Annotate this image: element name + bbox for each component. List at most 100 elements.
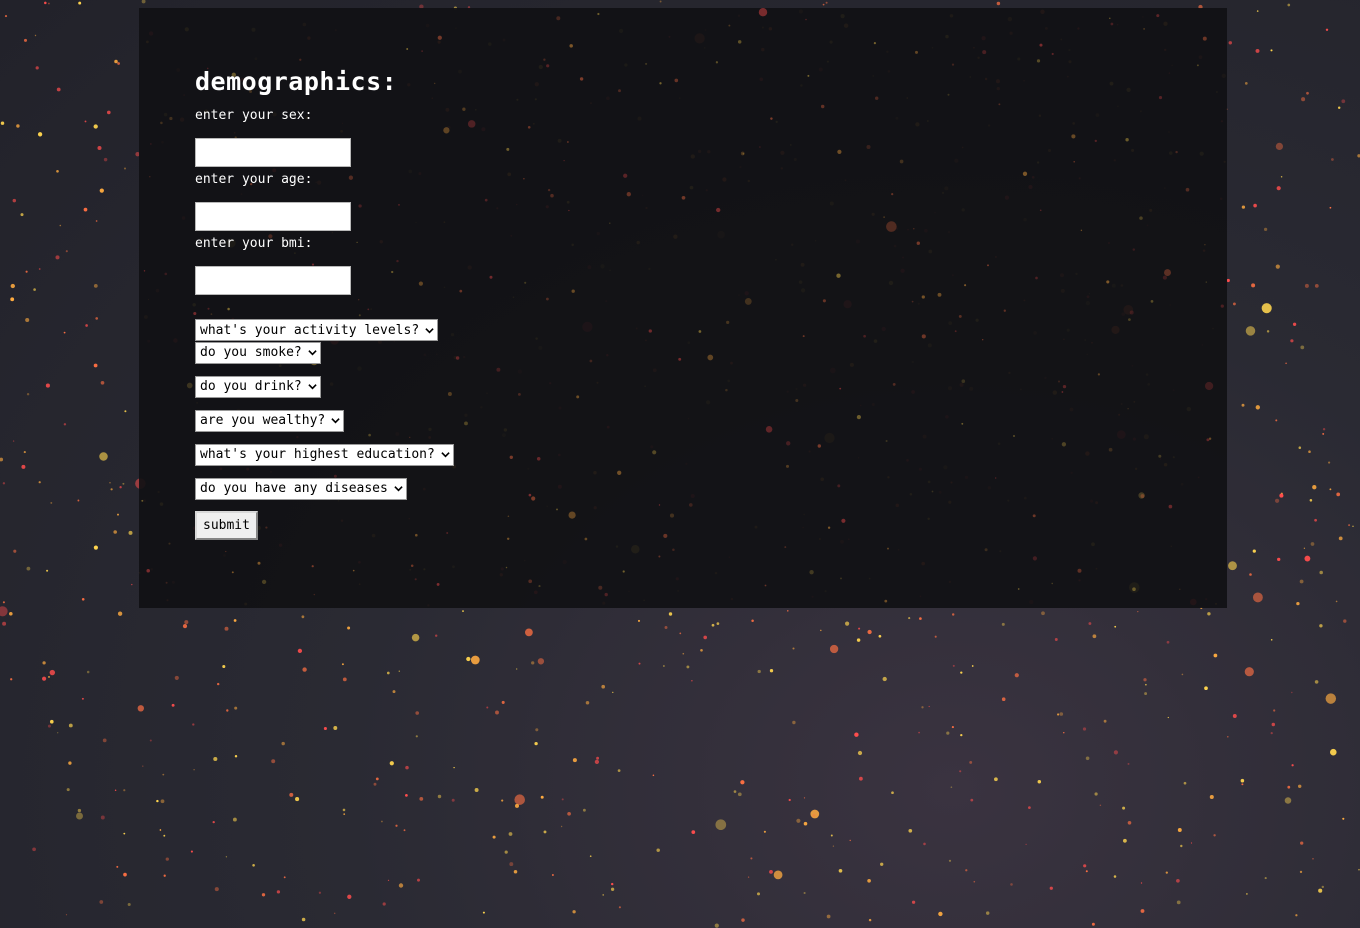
chevron-down-icon: [441, 452, 450, 458]
star-dot: [795, 399, 799, 402]
star-dot: [1014, 673, 1019, 678]
star-dot: [1082, 727, 1087, 731]
star-dot: [1167, 716, 1169, 719]
star-dot: [645, 62, 648, 65]
star-dot: [885, 439, 888, 443]
star-dot: [1264, 877, 1267, 880]
star-dot: [451, 798, 455, 802]
star-dot: [576, 395, 580, 399]
star-dot: [405, 765, 409, 770]
star-dot: [1275, 142, 1284, 151]
star-dot: [302, 667, 307, 672]
star-dot: [37, 132, 43, 137]
star-dot: [496, 367, 501, 372]
star-dot: [1291, 764, 1294, 767]
star-dot: [1329, 206, 1332, 209]
star-dot: [747, 876, 750, 878]
star-dot: [271, 759, 276, 764]
star-dot: [1035, 276, 1038, 280]
sex-input[interactable]: [195, 138, 351, 167]
star-dot: [773, 870, 783, 880]
star-dot: [49, 669, 56, 676]
star-dot: [1310, 542, 1315, 546]
star-dot: [792, 647, 795, 650]
star-dot: [1226, 278, 1230, 283]
star-dot: [951, 613, 955, 616]
star-dot: [1270, 731, 1273, 735]
star-dot: [1202, 36, 1207, 41]
star-dot: [1331, 158, 1334, 161]
star-dot: [1063, 732, 1065, 734]
star-dot: [1246, 893, 1248, 895]
bmi-input[interactable]: [195, 266, 351, 295]
submit-button[interactable]: Submit: [195, 511, 258, 540]
star-dot: [602, 894, 605, 896]
star-dot: [1085, 870, 1088, 873]
star-dot: [113, 530, 117, 534]
star-dot: [961, 422, 964, 425]
star-dot: [10, 678, 13, 681]
star-dot: [921, 295, 925, 299]
star-dot: [313, 593, 316, 596]
smoke-select[interactable]: Do you smoke?: [195, 341, 321, 364]
star-dot: [38, 481, 41, 484]
star-dot: [509, 455, 513, 459]
star-dot: [419, 797, 424, 801]
star-dot: [763, 830, 766, 833]
activity-level-select-value: What's your activity levels?: [200, 322, 420, 338]
star-dot: [1277, 557, 1281, 562]
star-dot: [97, 145, 102, 151]
education-select[interactable]: What's your highest education?: [195, 443, 454, 466]
star-dot: [1129, 310, 1134, 315]
star-dot: [584, 537, 588, 541]
star-dot: [234, 754, 238, 758]
star-dot: [1003, 309, 1006, 312]
star-dot: [938, 911, 943, 917]
star-dot: [1091, 922, 1095, 926]
diseases-select[interactable]: Do you have any diseases: [195, 477, 407, 500]
star-dot: [714, 923, 719, 928]
star-dot: [691, 680, 693, 682]
drink-row: Do you drink?: [195, 375, 454, 409]
star-dot: [47, 724, 51, 728]
star-dot: [854, 732, 859, 737]
star-dot: [681, 195, 686, 200]
star-dot: [604, 592, 608, 597]
star-dot: [164, 272, 168, 276]
star-dot: [1180, 844, 1183, 848]
star-dot: [466, 656, 471, 662]
star-dot: [141, 0, 146, 4]
star-dot: [873, 42, 877, 45]
star-dot: [524, 281, 527, 284]
star-dot: [193, 769, 195, 771]
star-dot: [863, 334, 866, 338]
star-dot: [688, 503, 693, 507]
star-dot: [395, 824, 398, 827]
star-dot: [501, 799, 504, 802]
star-dot: [1054, 638, 1058, 641]
star-dot: [165, 581, 168, 584]
star-dot: [1094, 139, 1097, 143]
star-dot: [32, 847, 36, 852]
wealth-select[interactable]: Are you wealthy?: [195, 409, 345, 432]
star-dot: [504, 850, 508, 854]
star-dot: [333, 726, 338, 730]
star-dot: [410, 564, 414, 568]
star-dot: [1343, 619, 1347, 623]
star-dot: [1150, 300, 1154, 303]
star-dot: [947, 93, 950, 96]
star-dot: [168, 542, 171, 545]
star-dot: [1270, 639, 1273, 641]
activity-level-select[interactable]: What's your activity levels?: [195, 319, 439, 341]
age-input[interactable]: [195, 202, 351, 231]
sex-label: Enter your sex:: [195, 108, 313, 123]
star-dot: [659, 0, 662, 3]
star-dot: [1342, 817, 1345, 820]
star-dot: [543, 58, 546, 61]
star-dot: [16, 124, 20, 128]
star-dot: [470, 655, 480, 665]
star-dot: [38, 268, 41, 270]
star-dot: [1319, 570, 1323, 575]
star-dot: [1304, 555, 1311, 562]
drink-select[interactable]: Do you drink?: [195, 375, 321, 398]
